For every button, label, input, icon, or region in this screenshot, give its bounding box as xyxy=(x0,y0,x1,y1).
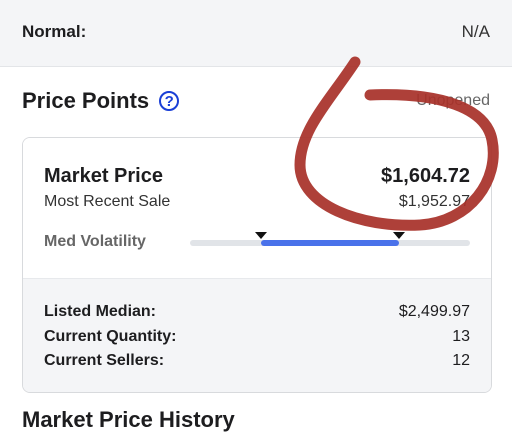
top-panel: Normal: N/A xyxy=(0,0,512,67)
most-recent-sale-label: Most Recent Sale xyxy=(44,193,171,210)
price-points-title: Price Points xyxy=(22,88,150,113)
volatility-fill xyxy=(261,240,399,246)
current-quantity-row: Current Quantity: 13 xyxy=(44,328,470,346)
volatility-marker-high-icon xyxy=(393,232,405,239)
market-price-row: Market Price $1,604.72 xyxy=(44,165,470,188)
normal-value: N/A xyxy=(461,22,490,41)
condition-label: Unopened xyxy=(416,92,490,109)
market-price-label: Market Price xyxy=(44,165,163,187)
listed-median-label: Listed Median: xyxy=(44,303,157,320)
current-sellers-value: 12 xyxy=(452,352,470,369)
listed-median-row: Listed Median: $2,499.97 xyxy=(44,303,470,321)
volatility-row: Med Volatility xyxy=(44,232,470,251)
volatility-bar xyxy=(190,232,470,246)
volatility-label: Med Volatility xyxy=(44,233,146,250)
most-recent-sale-value: $1,952.97 xyxy=(398,193,470,210)
market-price-value: $1,604.72 xyxy=(381,165,470,187)
listed-median-value: $2,499.97 xyxy=(398,303,470,320)
market-price-history-title: Market Price History xyxy=(22,407,235,432)
price-points-title-group: Price Points ? xyxy=(22,88,180,114)
volatility-marker-low-icon xyxy=(255,232,267,239)
price-points-header: Price Points ? Unopened xyxy=(22,86,490,116)
most-recent-sale-row: Most Recent Sale $1,952.97 xyxy=(44,193,470,211)
current-quantity-label: Current Quantity: xyxy=(44,328,177,345)
normal-label: Normal: xyxy=(22,22,87,41)
question-circle-icon[interactable]: ? xyxy=(159,91,180,111)
current-sellers-row: Current Sellers: 12 xyxy=(44,352,470,370)
current-sellers-label: Current Sellers: xyxy=(44,352,165,369)
current-quantity-value: 13 xyxy=(452,328,470,345)
normal-row: Normal: N/A xyxy=(22,22,490,42)
price-points-card: Market Price $1,604.72 Most Recent Sale … xyxy=(22,137,492,393)
